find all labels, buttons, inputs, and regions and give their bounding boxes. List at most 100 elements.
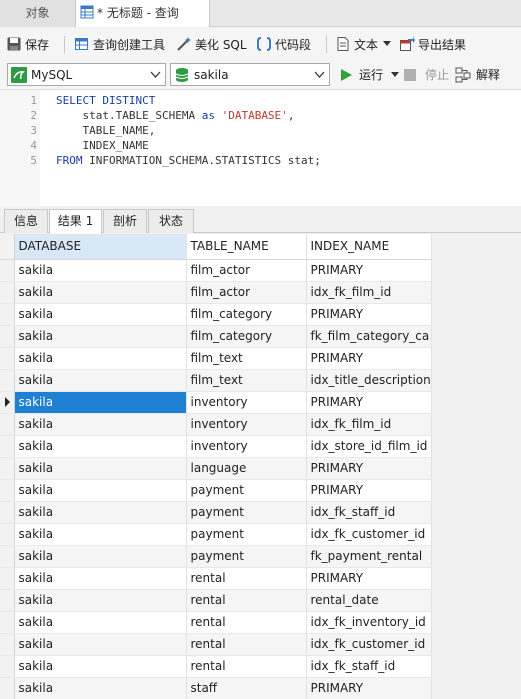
cell-table-name[interactable]: film_actor (186, 281, 307, 304)
cell-index-name[interactable]: idx_fk_customer_id (306, 523, 432, 546)
table-row[interactable]: sakila payment fk_payment_rental (0, 545, 432, 568)
table-row[interactable]: sakila inventory PRIMARY (0, 391, 432, 414)
query-builder-button[interactable]: 查询创建工具 (74, 28, 165, 60)
tab-untitled-query[interactable]: * 无标题 - 查询 (76, 0, 210, 27)
cell-index-name[interactable]: PRIMARY (306, 677, 432, 699)
table-row[interactable]: sakila rental idx_fk_inventory_id (0, 611, 432, 634)
cell-table-name[interactable]: language (186, 457, 307, 480)
cell-table-name[interactable]: payment (186, 523, 307, 546)
cell-database[interactable]: sakila (14, 413, 187, 436)
cell-database[interactable]: sakila (14, 545, 187, 568)
cell-table-name[interactable]: inventory (186, 413, 307, 436)
cell-index-name[interactable]: idx_fk_inventory_id (306, 611, 432, 634)
cell-index-name[interactable]: PRIMARY (306, 347, 432, 370)
row-marker[interactable] (0, 589, 15, 612)
beautify-sql-button[interactable]: 美化 SQL (176, 28, 247, 60)
column-header-database[interactable]: DATABASE (14, 234, 187, 260)
cell-index-name[interactable]: idx_store_id_film_id (306, 435, 432, 458)
cell-table-name[interactable]: inventory (186, 391, 307, 414)
table-row[interactable]: sakila rental PRIMARY (0, 567, 432, 590)
cell-database[interactable]: sakila (14, 259, 187, 282)
row-marker[interactable] (0, 479, 15, 502)
cell-database[interactable]: sakila (14, 435, 187, 458)
cell-index-name[interactable]: PRIMARY (306, 303, 432, 326)
tab-status[interactable]: 状态 (148, 209, 194, 233)
text-menu-button[interactable]: 文本 (335, 28, 394, 60)
cell-database[interactable]: sakila (14, 457, 187, 480)
cell-table-name[interactable]: inventory (186, 435, 307, 458)
cell-database[interactable]: sakila (14, 677, 187, 699)
cell-database[interactable]: sakila (14, 369, 187, 392)
cell-table-name[interactable]: rental (186, 589, 307, 612)
cell-index-name[interactable]: idx_fk_staff_id (306, 655, 432, 678)
row-marker[interactable] (0, 413, 15, 436)
cell-index-name[interactable]: idx_fk_film_id (306, 281, 432, 304)
cell-database[interactable]: sakila (14, 589, 187, 612)
row-marker[interactable] (0, 567, 15, 590)
cell-database[interactable]: sakila (14, 567, 187, 590)
row-marker[interactable] (0, 633, 15, 656)
column-header-index-name[interactable]: INDEX_NAME (306, 234, 432, 260)
export-results-button[interactable]: 导出结果 (399, 28, 466, 60)
cell-index-name[interactable]: idx_fk_film_id (306, 413, 432, 436)
cell-index-name[interactable]: idx_fk_customer_id (306, 633, 432, 656)
table-row[interactable]: sakila payment PRIMARY (0, 479, 432, 502)
cell-database[interactable]: sakila (14, 325, 187, 348)
tab-result-1[interactable]: 结果 1 (49, 209, 102, 234)
column-header-table-name[interactable]: TABLE_NAME (186, 234, 307, 260)
row-marker[interactable] (0, 281, 15, 304)
table-row[interactable]: sakila film_text idx_title_description (0, 369, 432, 392)
stop-button[interactable]: 停止 (404, 60, 449, 89)
cell-index-name[interactable]: PRIMARY (306, 391, 432, 414)
cell-database[interactable]: sakila (14, 479, 187, 502)
result-grid[interactable]: DATABASE TABLE_NAME INDEX_NAME sakila fil… (0, 234, 521, 699)
cell-table-name[interactable]: payment (186, 479, 307, 502)
table-row[interactable]: sakila staff PRIMARY (0, 677, 432, 699)
cell-table-name[interactable]: rental (186, 655, 307, 678)
tab-profile[interactable]: 剖析 (103, 209, 147, 233)
table-row[interactable]: sakila payment idx_fk_staff_id (0, 501, 432, 524)
row-marker[interactable] (0, 347, 15, 370)
row-marker[interactable] (0, 501, 15, 524)
table-row[interactable]: sakila payment idx_fk_customer_id (0, 523, 432, 546)
save-button[interactable]: 保存 (6, 28, 49, 60)
row-marker[interactable] (0, 435, 15, 458)
cell-database[interactable]: sakila (14, 501, 187, 524)
cell-table-name[interactable]: staff (186, 677, 307, 699)
cell-database[interactable]: sakila (14, 611, 187, 634)
cell-table-name[interactable]: rental (186, 633, 307, 656)
cell-index-name[interactable]: fk_film_category_ca (306, 325, 432, 348)
tab-objects[interactable]: 对象 (0, 0, 76, 27)
cell-index-name[interactable]: PRIMARY (306, 259, 432, 282)
cell-table-name[interactable]: payment (186, 501, 307, 524)
sql-editor[interactable]: 1 SELECT DISTINCT 2 stat.TABLE_SCHEMA as … (0, 89, 521, 207)
row-marker[interactable] (0, 369, 15, 392)
cell-table-name[interactable]: film_actor (186, 259, 307, 282)
table-row[interactable]: sakila inventory idx_fk_film_id (0, 413, 432, 436)
row-marker[interactable] (0, 457, 15, 480)
cell-index-name[interactable]: idx_fk_staff_id (306, 501, 432, 524)
table-row[interactable]: sakila inventory idx_store_id_film_id (0, 435, 432, 458)
cell-table-name[interactable]: film_text (186, 369, 307, 392)
code-snippet-button[interactable]: 代码段 (256, 28, 311, 60)
cell-index-name[interactable]: idx_title_description (306, 369, 432, 392)
connection-select[interactable]: MySQL (7, 63, 166, 86)
explain-button[interactable]: 解释 (455, 60, 500, 89)
tab-info[interactable]: 信息 (4, 209, 48, 233)
cell-database[interactable]: sakila (14, 391, 187, 414)
row-marker[interactable] (0, 391, 15, 414)
table-row[interactable]: sakila film_category PRIMARY (0, 303, 432, 326)
cell-database[interactable]: sakila (14, 347, 187, 370)
row-marker[interactable] (0, 655, 15, 678)
row-marker[interactable] (0, 259, 15, 282)
run-button[interactable]: 运行 (339, 60, 402, 89)
cell-table-name[interactable]: film_category (186, 303, 307, 326)
table-row[interactable]: sakila rental rental_date (0, 589, 432, 612)
row-marker[interactable] (0, 523, 15, 546)
cell-index-name[interactable]: rental_date (306, 589, 432, 612)
database-select[interactable]: sakila (170, 63, 330, 86)
table-row[interactable]: sakila film_text PRIMARY (0, 347, 432, 370)
row-marker[interactable] (0, 303, 15, 326)
cell-database[interactable]: sakila (14, 655, 187, 678)
cell-table-name[interactable]: payment (186, 545, 307, 568)
